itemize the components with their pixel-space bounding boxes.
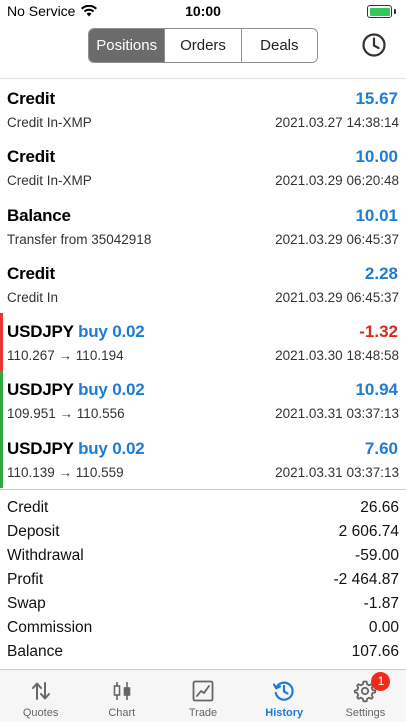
summary-label: Balance [7, 643, 64, 660]
row-value: 10.01 [355, 205, 398, 225]
row-title: Balance [7, 205, 71, 225]
row-date: 2021.03.30 18:48:58 [275, 348, 399, 364]
row-symbol: USDJPY [7, 438, 74, 458]
history-row[interactable]: Credit 10.00 Credit In-XMP 2021.03.29 06… [0, 138, 406, 196]
summary-value: 0.00 [368, 619, 399, 636]
row-side: buy 0.02 [78, 380, 145, 400]
notification-badge: 1 [371, 672, 391, 691]
battery-tip [394, 9, 396, 14]
row-side: buy 0.02 [78, 322, 145, 342]
summary-label: Profit [7, 571, 44, 588]
row-title: USDJPY buy 0.02 [7, 322, 145, 342]
history-row[interactable]: Credit 15.67 Credit In-XMP 2021.03.27 14… [0, 80, 406, 138]
summary-deposit: Deposit 2 606.74 [0, 521, 406, 545]
summary-label: Swap [7, 595, 46, 612]
status-bar: No Service 10:00 [0, 0, 406, 24]
row-value: 10.00 [355, 147, 398, 167]
period-clock-icon[interactable] [361, 32, 387, 58]
row-value: 15.67 [355, 89, 398, 108]
quotes-arrows-icon [31, 682, 50, 700]
summary-balance: Balance 107.66 [0, 641, 406, 665]
row-subtitle: Credit In [7, 289, 59, 305]
history-row[interactable]: Balance 10.01 Transfer from 35042918 202… [0, 197, 406, 255]
row-symbol: USDJPY [7, 322, 74, 342]
tab-label: Settings [345, 707, 386, 719]
row-subtitle: Transfer from 35042918 [7, 231, 152, 247]
row-date: 2021.03.29 06:45:37 [275, 231, 399, 247]
row-subtitle: 110.139 → 110.559 [7, 464, 124, 480]
row-subtitle: 109.951 → 110.556 [7, 406, 125, 422]
tab-label: Quotes [22, 707, 59, 719]
summary-swap: Swap -1.87 [0, 593, 406, 617]
segment-deals[interactable]: Deals [240, 29, 317, 62]
row-subtitle: 110.267 → 110.194 [7, 348, 124, 364]
row-value: 7.60 [364, 438, 398, 458]
summary-value: 107.66 [351, 643, 399, 660]
history-list: Credit 15.67 Credit In-XMP 2021.03.27 14… [0, 80, 406, 489]
segment-positions[interactable]: Positions [89, 29, 165, 62]
history-clock-icon [273, 681, 294, 701]
summary-value: 2 606.74 [338, 523, 399, 540]
trade-chart-icon [192, 680, 214, 702]
status-time: 10:00 [185, 3, 221, 19]
summary-label: Commission [7, 619, 93, 636]
tab-label: Trade [188, 707, 218, 719]
summary-value: -2 464.87 [333, 571, 400, 588]
row-title: Credit [7, 147, 55, 167]
row-value: 10.94 [355, 380, 398, 400]
history-row[interactable]: Credit 2.28 Credit In 2021.03.29 06:45:3… [0, 255, 406, 313]
summary-label: Withdrawal [7, 547, 84, 564]
deal-row[interactable]: USDJPY buy 0.02 -1.32 110.267 → 110.194 … [0, 313, 406, 372]
history-segmented-control: Positions Orders Deals [88, 28, 318, 63]
row-date: 2021.03.29 06:20:48 [275, 173, 399, 189]
battery-icon [367, 5, 392, 18]
row-date: 2021.03.31 03:37:13 [275, 406, 399, 422]
summary-withdrawal: Withdrawal -59.00 [0, 545, 406, 569]
segment-orders[interactable]: Orders [164, 29, 241, 62]
profit-stripe [0, 371, 3, 430]
summary-commission: Commission 0.00 [0, 617, 406, 641]
row-subtitle: Credit In-XMP [7, 115, 92, 130]
tab-quotes[interactable]: Quotes [0, 670, 81, 722]
deal-row[interactable]: USDJPY buy 0.02 7.60 110.139 → 110.559 2… [0, 429, 406, 489]
row-title: USDJPY buy 0.02 [7, 380, 145, 400]
candlestick-chart-icon [113, 682, 131, 700]
summary-label: Deposit [7, 523, 60, 540]
row-title: Credit [7, 263, 55, 283]
row-value: 2.28 [364, 263, 398, 283]
row-title: Credit [7, 89, 55, 108]
summary-value: -59.00 [355, 547, 399, 564]
tab-bar: Quotes Chart Trade History 1 Settings [0, 669, 406, 722]
row-date: 2021.03.31 03:37:13 [275, 464, 399, 480]
top-divider [0, 78, 406, 79]
tab-label: Chart [108, 707, 136, 719]
row-side: buy 0.02 [78, 438, 145, 458]
row-subtitle: Credit In-XMP [7, 173, 92, 189]
tab-chart[interactable]: Chart [81, 670, 162, 722]
summary-block: Credit 26.66 Deposit 2 606.74 Withdrawal… [0, 497, 406, 665]
row-value: -1.32 [359, 322, 398, 342]
loss-stripe [0, 313, 3, 372]
summary-label: Credit [7, 499, 49, 516]
profit-stripe [0, 429, 3, 489]
tab-history[interactable]: History [244, 670, 325, 722]
tab-label: History [265, 707, 304, 719]
summary-value: -1.87 [363, 595, 399, 612]
summary-credit: Credit 26.66 [0, 497, 406, 521]
row-date: 2021.03.27 14:38:14 [275, 115, 399, 130]
row-date: 2021.03.29 06:45:37 [275, 289, 399, 305]
summary-profit: Profit -2 464.87 [0, 569, 406, 593]
deal-row[interactable]: USDJPY buy 0.02 10.94 109.951 → 110.556 … [0, 371, 406, 430]
row-title: USDJPY buy 0.02 [7, 439, 145, 459]
row-symbol: USDJPY [7, 380, 74, 400]
tab-settings[interactable]: 1 Settings [325, 670, 406, 722]
tab-trade[interactable]: Trade [162, 670, 243, 722]
summary-divider [0, 489, 406, 490]
summary-value: 26.66 [360, 499, 399, 516]
